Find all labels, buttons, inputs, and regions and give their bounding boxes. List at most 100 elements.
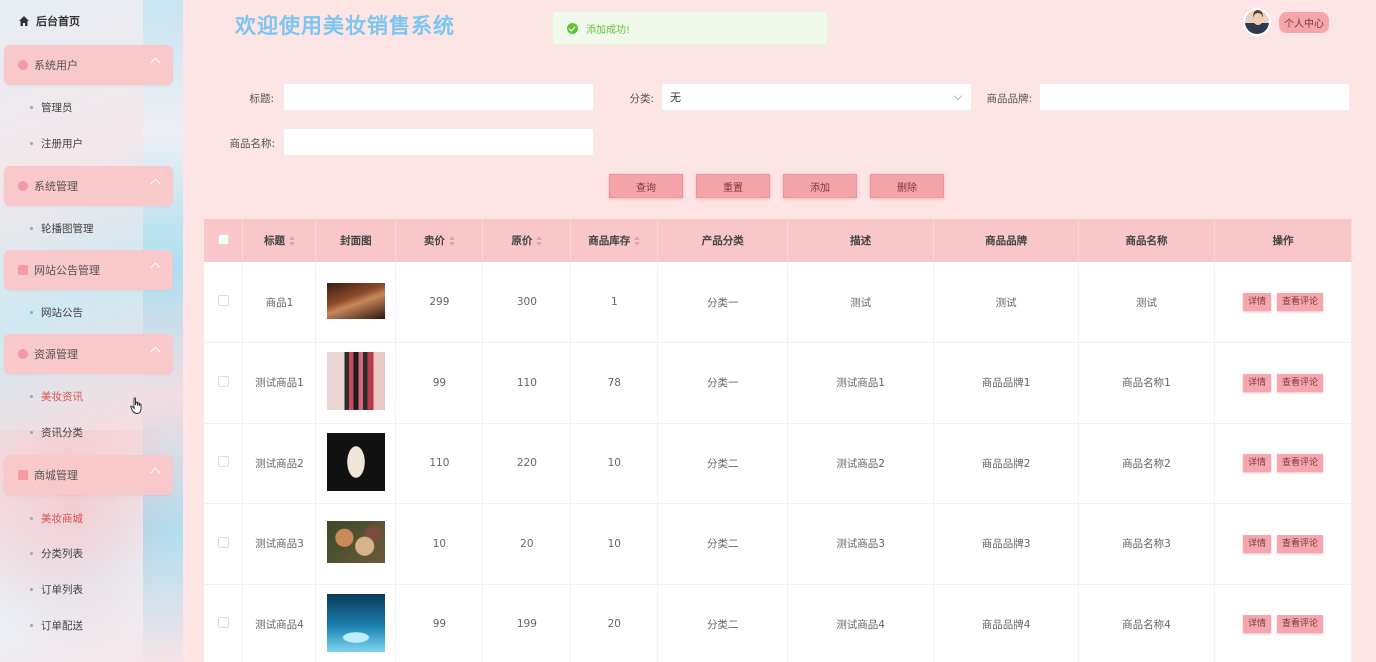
hand-cursor-icon bbox=[130, 397, 142, 414]
sidebar-group-shop-management[interactable]: 商城管理 bbox=[4, 455, 173, 495]
sidebar-item-admin[interactable]: 管理员 bbox=[30, 99, 73, 115]
row-checkbox[interactable] bbox=[217, 536, 229, 548]
sidebar-item-registered-users[interactable]: 注册用户 bbox=[30, 135, 83, 151]
cell-brand: 商品品牌3 bbox=[933, 503, 1080, 585]
sidebar-group-notice-management[interactable]: 网站公告管理 bbox=[4, 250, 173, 290]
sidebar-item-label: 美妆资讯 bbox=[41, 390, 83, 403]
cell-category: 分类一 bbox=[657, 262, 789, 343]
title-input[interactable] bbox=[283, 83, 594, 111]
view-comments-button[interactable]: 查看评论 bbox=[1276, 615, 1323, 634]
detail-button[interactable]: 详情 bbox=[1242, 373, 1271, 392]
column-header[interactable]: 标题 bbox=[242, 219, 317, 262]
sidebar-item-label: 网站公告 bbox=[41, 306, 83, 319]
sidebar-item-order-delivery[interactable]: 订单配送 bbox=[30, 617, 83, 633]
sidebar: 后台首页 系统用户 管理员 注册用户 系统管理 轮播图管理 网站公告管理 网站公… bbox=[0, 0, 183, 662]
table-header-row: 标题 封面图 卖价 原价 商品库存 产品分类 描述 商品品牌 商品名称 操作 bbox=[204, 219, 1353, 262]
sidebar-item-label: 轮播图管理 bbox=[41, 222, 94, 235]
sidebar-item-label: 注册用户 bbox=[41, 137, 83, 150]
sidebar-item-notice[interactable]: 网站公告 bbox=[30, 304, 83, 320]
row-checkbox[interactable] bbox=[217, 375, 229, 387]
settings-icon bbox=[18, 181, 28, 191]
sidebar-group-resource-management[interactable]: 资源管理 bbox=[4, 334, 173, 374]
table-row: 测试商品1 99 110 78 分类一 测试商品1 商品品牌1 商品名称1 详情… bbox=[204, 342, 1353, 424]
sort-icon[interactable] bbox=[288, 236, 295, 246]
sidebar-item-beauty-news[interactable]: 美妆资讯 bbox=[30, 388, 83, 404]
sidebar-item-label: 管理员 bbox=[41, 101, 73, 114]
user-center-button[interactable]: 个人中心 bbox=[1279, 12, 1329, 33]
sort-icon[interactable] bbox=[634, 236, 641, 246]
cell-brand: 商品品牌1 bbox=[933, 342, 1080, 424]
sidebar-home[interactable]: 后台首页 bbox=[18, 12, 80, 30]
column-header: 产品分类 bbox=[657, 219, 789, 262]
main-content: 标题: 分类: 无 商品品牌: 商品名称: 查询 重置 添加 删除 标题 封面图… bbox=[190, 57, 1376, 662]
notice-icon bbox=[18, 265, 28, 275]
column-header[interactable]: 卖价 bbox=[395, 219, 484, 262]
avatar[interactable] bbox=[1243, 8, 1271, 36]
cell-stock: 1 bbox=[570, 262, 659, 343]
detail-button[interactable]: 详情 bbox=[1242, 615, 1271, 634]
row-checkbox[interactable] bbox=[217, 617, 229, 629]
column-header: 封面图 bbox=[315, 219, 397, 262]
cell-title: 测试商品3 bbox=[242, 503, 317, 585]
sidebar-item-beauty-shop[interactable]: 美妆商城 bbox=[30, 510, 83, 526]
view-comments-button[interactable]: 查看评论 bbox=[1276, 454, 1323, 473]
brand-input[interactable] bbox=[1039, 83, 1350, 111]
cell-category: 分类二 bbox=[657, 503, 789, 585]
detail-button[interactable]: 详情 bbox=[1242, 293, 1271, 311]
column-header[interactable]: 商品库存 bbox=[570, 219, 659, 262]
sidebar-item-label: 美妆商城 bbox=[41, 512, 83, 525]
name-input[interactable] bbox=[283, 128, 594, 156]
column-header: 商品名称 bbox=[1078, 219, 1215, 262]
sort-icon[interactable] bbox=[448, 236, 455, 246]
sidebar-group-system-users[interactable]: 系统用户 bbox=[4, 45, 173, 85]
cell-original-price: 110 bbox=[482, 342, 572, 424]
cell-price: 110 bbox=[395, 423, 484, 504]
cell-category: 分类一 bbox=[657, 342, 789, 424]
sort-icon[interactable] bbox=[536, 236, 543, 246]
sidebar-group-system-management[interactable]: 系统管理 bbox=[4, 166, 173, 206]
sidebar-group-label: 系统用户 bbox=[34, 59, 78, 72]
delete-button[interactable]: 删除 bbox=[870, 174, 944, 198]
cell-original-price: 220 bbox=[482, 423, 572, 504]
sidebar-home-label: 后台首页 bbox=[36, 15, 80, 28]
cell-original-price: 300 bbox=[482, 262, 572, 343]
view-comments-button[interactable]: 查看评论 bbox=[1276, 373, 1323, 392]
cover-image bbox=[326, 352, 385, 411]
reset-button[interactable]: 重置 bbox=[696, 174, 770, 198]
cell-category: 分类二 bbox=[657, 584, 789, 662]
products-table: 标题 封面图 卖价 原价 商品库存 产品分类 描述 商品品牌 商品名称 操作 商… bbox=[204, 219, 1353, 662]
cell-stock: 20 bbox=[570, 584, 659, 662]
sidebar-group-label: 商城管理 bbox=[34, 469, 78, 482]
cell-title: 测试商品4 bbox=[242, 584, 317, 662]
cell-brand: 测试 bbox=[933, 262, 1080, 343]
detail-button[interactable]: 详情 bbox=[1242, 454, 1271, 473]
add-button[interactable]: 添加 bbox=[783, 174, 857, 198]
cell-name: 测试 bbox=[1078, 262, 1215, 343]
sidebar-item-label: 分类列表 bbox=[41, 547, 83, 560]
detail-button[interactable]: 详情 bbox=[1242, 534, 1271, 553]
success-toast: 添加成功! bbox=[552, 11, 828, 45]
category-label: 分类: bbox=[629, 93, 654, 105]
cell-price: 99 bbox=[395, 342, 484, 424]
sidebar-item-order-list[interactable]: 订单列表 bbox=[30, 581, 83, 597]
column-header[interactable]: 原价 bbox=[482, 219, 572, 262]
cover-image bbox=[326, 432, 385, 491]
view-comments-button[interactable]: 查看评论 bbox=[1276, 293, 1323, 311]
chevron-up-icon bbox=[150, 467, 161, 478]
sidebar-item-category-list[interactable]: 分类列表 bbox=[30, 545, 83, 561]
view-comments-button[interactable]: 查看评论 bbox=[1276, 534, 1323, 553]
cell-stock: 10 bbox=[570, 503, 659, 585]
select-all-checkbox[interactable] bbox=[217, 233, 229, 245]
sidebar-item-news-category[interactable]: 资讯分类 bbox=[30, 424, 83, 440]
select-all-header[interactable] bbox=[204, 219, 244, 262]
sidebar-item-carousel[interactable]: 轮播图管理 bbox=[30, 220, 94, 236]
resource-icon bbox=[18, 349, 28, 359]
header: 欢迎使用美妆销售系统 添加成功! 个人中心 bbox=[190, 0, 1376, 55]
cell-stock: 10 bbox=[570, 423, 659, 504]
column-header: 商品品牌 bbox=[933, 219, 1080, 262]
row-checkbox[interactable] bbox=[217, 295, 229, 306]
row-checkbox[interactable] bbox=[217, 456, 229, 468]
query-button[interactable]: 查询 bbox=[609, 174, 683, 198]
category-select[interactable]: 无 bbox=[661, 83, 972, 111]
table-row: 测试商品3 10 20 10 分类二 测试商品3 商品品牌3 商品名称3 详情查… bbox=[204, 503, 1353, 585]
